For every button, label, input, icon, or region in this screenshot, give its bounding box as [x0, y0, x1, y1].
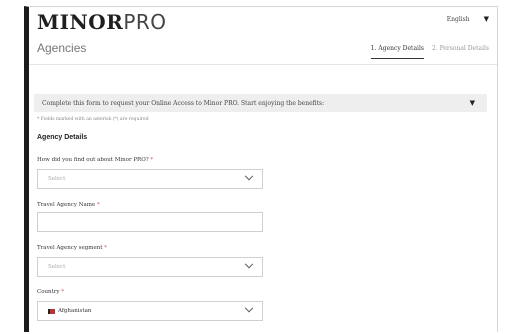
- required-asterisk: *: [96, 202, 100, 208]
- caret-down-icon: ▼: [469, 99, 475, 107]
- language-label: English: [446, 15, 470, 23]
- segment-placeholder: Select: [48, 264, 66, 270]
- country-select[interactable]: Afghanistan: [37, 301, 263, 321]
- required-asterisk: *: [104, 245, 107, 251]
- find-out-select[interactable]: Select: [37, 169, 263, 189]
- chevron-down-icon: [244, 171, 254, 181]
- segment-select[interactable]: Select: [37, 257, 263, 277]
- step-tabs: 1. Agency Details 2. Personal Details: [370, 45, 489, 59]
- minor-pro-logo[interactable]: MINORPRO: [37, 10, 167, 34]
- logo-bold-text: MINOR: [37, 10, 124, 34]
- tabs-divider: [29, 64, 497, 65]
- agency-name-label: Travel Agency Name *: [37, 202, 100, 208]
- country-selected-value: Afghanistan: [48, 308, 91, 314]
- tab-personal-details[interactable]: 2. Personal Details: [432, 45, 489, 59]
- find-out-placeholder: Select: [48, 176, 66, 182]
- chevron-down-icon: [244, 259, 254, 269]
- segment-label: Travel Agency segment *: [37, 245, 107, 251]
- caret-down-icon: ▼: [483, 15, 489, 23]
- required-asterisk: *: [150, 157, 154, 163]
- agency-name-input[interactable]: [37, 212, 263, 232]
- info-banner-text: Complete this form to request your Onlin…: [42, 99, 325, 107]
- required-fields-note: * Fields marked with an asterisk (*) are…: [37, 117, 149, 122]
- find-out-label: How did you find out about Minor PRO? *: [37, 157, 154, 163]
- required-asterisk: *: [61, 289, 65, 295]
- section-title: Agency Details: [37, 134, 88, 141]
- country-value-text: Afghanistan: [58, 308, 92, 314]
- afghanistan-flag-icon: [48, 308, 55, 314]
- country-label: Country *: [37, 289, 65, 295]
- page-frame: MINORPRO English ▼ Agencies 1. Agency De…: [24, 6, 498, 332]
- chevron-down-icon: [244, 303, 254, 313]
- page-title: Agencies: [37, 41, 87, 55]
- language-selector[interactable]: English ▼: [447, 15, 489, 23]
- tab-agency-details[interactable]: 1. Agency Details: [370, 45, 424, 59]
- logo-light-text: PRO: [123, 10, 167, 34]
- info-banner[interactable]: Complete this form to request your Onlin…: [34, 94, 487, 112]
